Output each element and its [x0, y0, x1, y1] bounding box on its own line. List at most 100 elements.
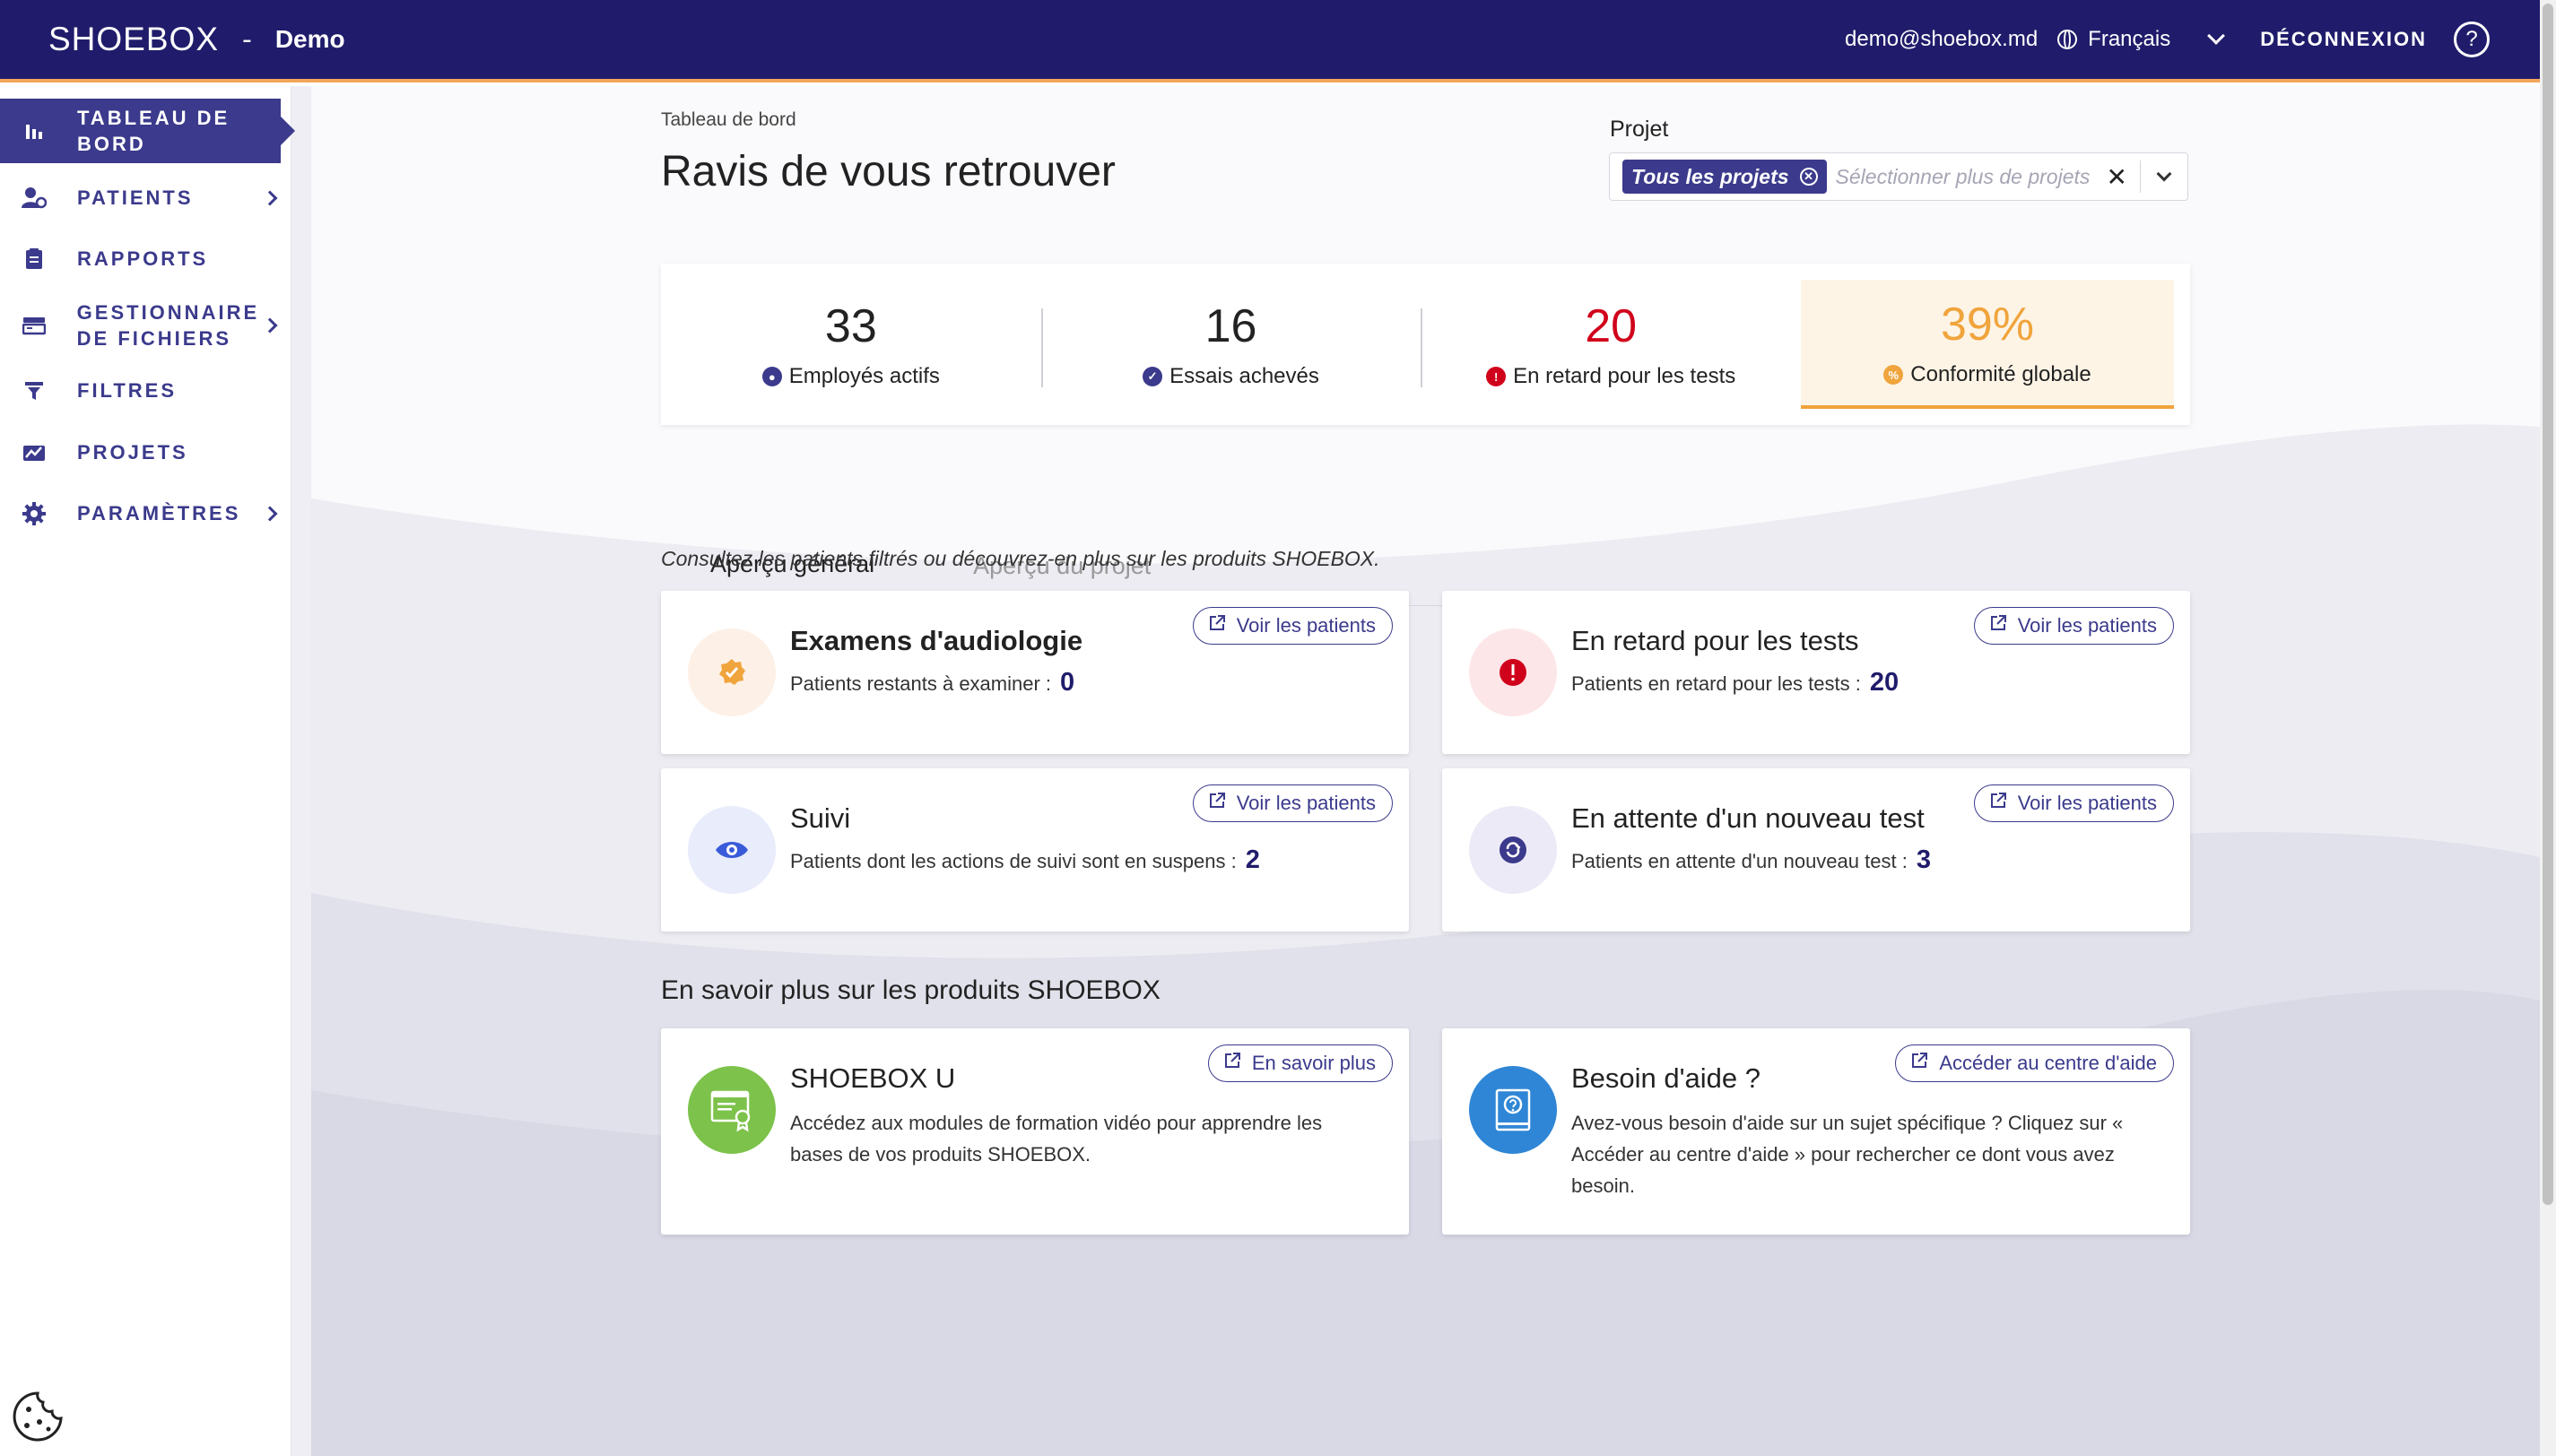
gear-icon [22, 501, 47, 526]
stat-value: 33 [824, 300, 877, 352]
follow-up-card: Suivi Patients dont les actions de suivi… [661, 768, 1409, 932]
external-link-icon [1989, 614, 2007, 637]
sidebar-item-label: FILTRES [77, 379, 178, 402]
view-patients-button[interactable]: Voir les patients [1973, 607, 2174, 645]
tab-description: Consultez les patients filtrés ou découv… [661, 547, 1380, 570]
sidebar-item-projects[interactable]: PROJETS [0, 434, 281, 472]
stat-label: Conformité globale [1910, 362, 2091, 386]
audiology-card: Examens d'audiologie Patients restants à… [661, 591, 1409, 754]
clear-selection-icon[interactable]: ✕ [2107, 162, 2127, 192]
patients-icon [22, 186, 47, 211]
card-count: 2 [1245, 845, 1260, 874]
breadcrumb[interactable]: Tableau de bord [661, 109, 796, 131]
shoebox-logo[interactable]: SHOEBOX [48, 21, 219, 58]
button-label: Accéder au centre d'aide [1939, 1052, 2157, 1074]
card-text-label: Patients en retard pour les tests : [1571, 672, 1861, 695]
organization-name: Demo [274, 25, 345, 53]
chevron-right-icon [262, 190, 278, 206]
projects-icon [22, 440, 47, 465]
card-description: Avez-vous besoin d'aide sur un sujet spé… [1571, 1112, 2124, 1197]
card-text-label: Patients dont les actions de suivi sont … [790, 850, 1237, 872]
scrollbar-thumb[interactable] [2543, 4, 2553, 1205]
header-actions: demo@shoebox.md Français DÉCONNEXION ? [1845, 22, 2540, 57]
learn-more-heading: En savoir plus sur les produits SHOEBOX [661, 975, 1161, 1005]
card-title: SHOEBOX U [790, 1062, 956, 1094]
button-label: Voir les patients [2017, 792, 2157, 814]
stat-label-row: % Conformité globale [1883, 362, 2091, 387]
cookie-icon [13, 1391, 63, 1442]
user-icon: ● [761, 367, 782, 386]
sidebar-item-label: PROJETS [77, 441, 188, 464]
stat-label-row: ● Employés actifs [761, 364, 940, 389]
select-divider [2140, 160, 2141, 193]
card-text: Patients restants à examiner : 0 [790, 668, 1074, 698]
card-count: 3 [1916, 845, 1931, 874]
card-title: Suivi [790, 802, 851, 834]
bar-chart-icon [22, 118, 47, 143]
overdue-card: En retard pour les tests Patients en ret… [1442, 591, 2190, 754]
sidebar-edge [291, 86, 311, 1456]
sidebar-item-label: TABLEAU DE BORD [77, 107, 230, 155]
report-icon [22, 247, 47, 272]
stat-label: Employés actifs [788, 364, 940, 388]
card-text: Patients en retard pour les tests : 20 [1571, 668, 1899, 698]
stat-label-row: ✓ Essais achevés [1143, 364, 1319, 389]
scrollbar[interactable] [2540, 0, 2556, 1456]
card-count: 20 [1869, 668, 1900, 697]
globe-icon [2057, 30, 2078, 49]
stat-label: En retard pour les tests [1513, 364, 1736, 388]
project-chip[interactable]: Tous les projets ✕ [1622, 160, 1827, 194]
card-title: Examens d'audiologie [790, 625, 1083, 656]
button-label: En savoir plus [1251, 1052, 1376, 1074]
view-patients-button[interactable]: Voir les patients [1973, 784, 2174, 822]
sidebar-item-label: RAPPORTS [77, 247, 209, 270]
language-selector[interactable]: Français [2088, 27, 2170, 52]
stat-active-employees: 33 ● Employés actifs [661, 264, 1041, 425]
cookie-settings-button[interactable] [11, 1390, 65, 1443]
sidebar-item-reports[interactable]: RAPPORTS [0, 240, 281, 278]
help-button[interactable]: ? [2454, 22, 2490, 57]
stat-overall-compliance: 39% % Conformité globale [1801, 280, 2175, 409]
awaiting-retest-card: En attente d'un nouveau test Patients en… [1442, 768, 2190, 932]
sidebar-item-file-manager[interactable]: GESTIONNAIRE DE FICHIERS [0, 298, 281, 353]
stat-completed-trials: 16 ✓ Essais achevés [1040, 264, 1421, 425]
check-icon: ✓ [1143, 367, 1163, 386]
sidebar-item-dashboard[interactable]: TABLEAU DE BORD [0, 99, 295, 163]
certificate-icon [688, 1066, 776, 1154]
chevron-right-icon [262, 506, 278, 522]
sidebar-item-settings[interactable]: PARAMÈTRES [0, 495, 281, 533]
project-select-placeholder[interactable]: Sélectionner plus de projets [1836, 165, 2091, 189]
external-link-icon [1208, 614, 1226, 637]
help-card: Besoin d'aide ? Avez-vous besoin d'aide … [1442, 1028, 2190, 1235]
remove-chip-icon[interactable]: ✕ [1799, 168, 1818, 186]
help-center-button[interactable]: Accéder au centre d'aide [1895, 1044, 2174, 1082]
logout-button[interactable]: DÉCONNEXION [2260, 28, 2427, 51]
top-bar: SHOEBOX - Demo demo@shoebox.md Français … [0, 0, 2540, 82]
chevron-down-icon[interactable] [2156, 166, 2172, 182]
sidebar-item-patients[interactable]: PATIENTS [0, 179, 281, 217]
chevron-down-icon[interactable] [2207, 27, 2226, 45]
card-title: En retard pour les tests [1571, 625, 1859, 656]
percent-icon: % [1883, 365, 1904, 385]
external-link-icon [1910, 1052, 1928, 1075]
eye-icon [688, 806, 776, 894]
view-patients-button[interactable]: Voir les patients [1192, 607, 1393, 645]
view-patients-button[interactable]: Voir les patients [1192, 784, 1393, 822]
retest-icon [1469, 806, 1557, 894]
project-select[interactable]: Tous les projets ✕ Sélectionner plus de … [1609, 152, 2188, 201]
filter-icon [22, 378, 47, 403]
help-book-icon [1469, 1066, 1557, 1154]
sidebar-item-label: PARAMÈTRES [77, 502, 241, 524]
overdue-alert-icon [1469, 628, 1557, 716]
card-text-label: Patients en attente d'un nouveau test : [1571, 850, 1908, 872]
shoebox-u-card: SHOEBOX U Accédez aux modules de formati… [661, 1028, 1409, 1235]
sidebar-item-filters[interactable]: FILTRES [0, 372, 281, 410]
sidebar-item-label: GESTIONNAIRE DE FICHIERS [76, 301, 260, 350]
learn-more-button[interactable]: En savoir plus [1207, 1044, 1393, 1082]
stat-value: 16 [1204, 300, 1257, 352]
main-content: Tableau de bord Ravis de vous retrouver … [311, 86, 2540, 1456]
audiology-badge-icon [688, 628, 776, 716]
page-title: Ravis de vous retrouver [661, 148, 1116, 195]
project-chip-label: Tous les projets [1631, 164, 1789, 188]
button-label: Voir les patients [1236, 614, 1376, 637]
